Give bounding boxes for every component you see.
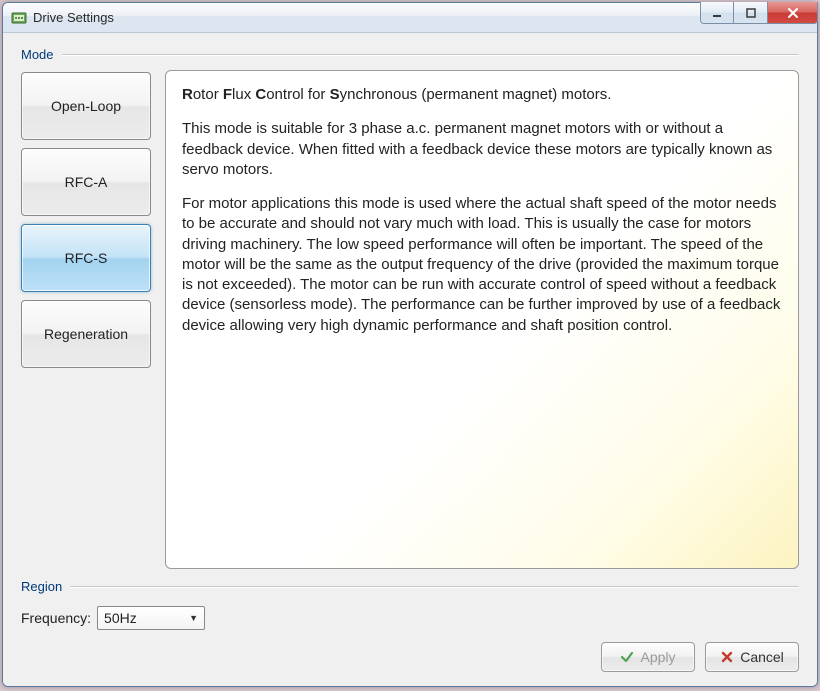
cross-icon: [720, 650, 734, 664]
mode-area: Open-Loop RFC-A RFC-S Regeneration Rotor…: [21, 70, 799, 569]
mode-button-label: Open-Loop: [51, 98, 121, 114]
drive-settings-window: Drive Settings Mode Open-Loop: [2, 2, 818, 687]
cancel-button-label: Cancel: [740, 649, 784, 665]
titlebar: Drive Settings: [3, 3, 817, 33]
region-group-text: Region: [21, 579, 62, 594]
minimize-button[interactable]: [700, 2, 734, 24]
cancel-button[interactable]: Cancel: [705, 642, 799, 672]
dialog-footer: Apply Cancel: [21, 636, 799, 672]
region-group-label: Region: [21, 579, 799, 594]
region-area: Region Frequency: 50Hz ▼: [21, 579, 799, 636]
check-icon: [620, 650, 634, 664]
mode-button-label: Regeneration: [44, 326, 128, 342]
client-area: Mode Open-Loop RFC-A RFC-S Regeneration: [3, 33, 817, 686]
mode-group-label: Mode: [21, 47, 799, 62]
mode-description-para1: This mode is suitable for 3 phase a.c. p…: [182, 119, 782, 180]
frequency-value: 50Hz: [104, 610, 137, 626]
mode-description-panel: Rotor Flux Control for Synchronous (perm…: [165, 70, 799, 569]
region-row: Frequency: 50Hz ▼: [21, 602, 799, 636]
apply-button-label: Apply: [640, 649, 675, 665]
close-button[interactable]: [768, 2, 818, 24]
mode-button-label: RFC-S: [65, 250, 108, 266]
app-icon: [11, 10, 27, 26]
mode-button-open-loop[interactable]: Open-Loop: [21, 72, 151, 140]
window-controls: [700, 2, 818, 24]
divider: [62, 54, 799, 55]
mode-description-para2: For motor applications this mode is used…: [182, 194, 782, 336]
chevron-down-icon: ▼: [189, 613, 198, 623]
mode-button-rfc-s[interactable]: RFC-S: [21, 224, 151, 292]
mode-button-regeneration[interactable]: Regeneration: [21, 300, 151, 368]
frequency-select[interactable]: 50Hz ▼: [97, 606, 205, 630]
divider: [70, 586, 799, 587]
apply-button[interactable]: Apply: [601, 642, 695, 672]
frequency-label: Frequency:: [21, 610, 91, 626]
mode-button-rfc-a[interactable]: RFC-A: [21, 148, 151, 216]
mode-description-heading: Rotor Flux Control for Synchronous (perm…: [182, 85, 782, 105]
mode-button-column: Open-Loop RFC-A RFC-S Regeneration: [21, 70, 151, 569]
mode-group-text: Mode: [21, 47, 54, 62]
mode-button-label: RFC-A: [65, 174, 108, 190]
window-title: Drive Settings: [33, 10, 700, 25]
maximize-button[interactable]: [734, 2, 768, 24]
